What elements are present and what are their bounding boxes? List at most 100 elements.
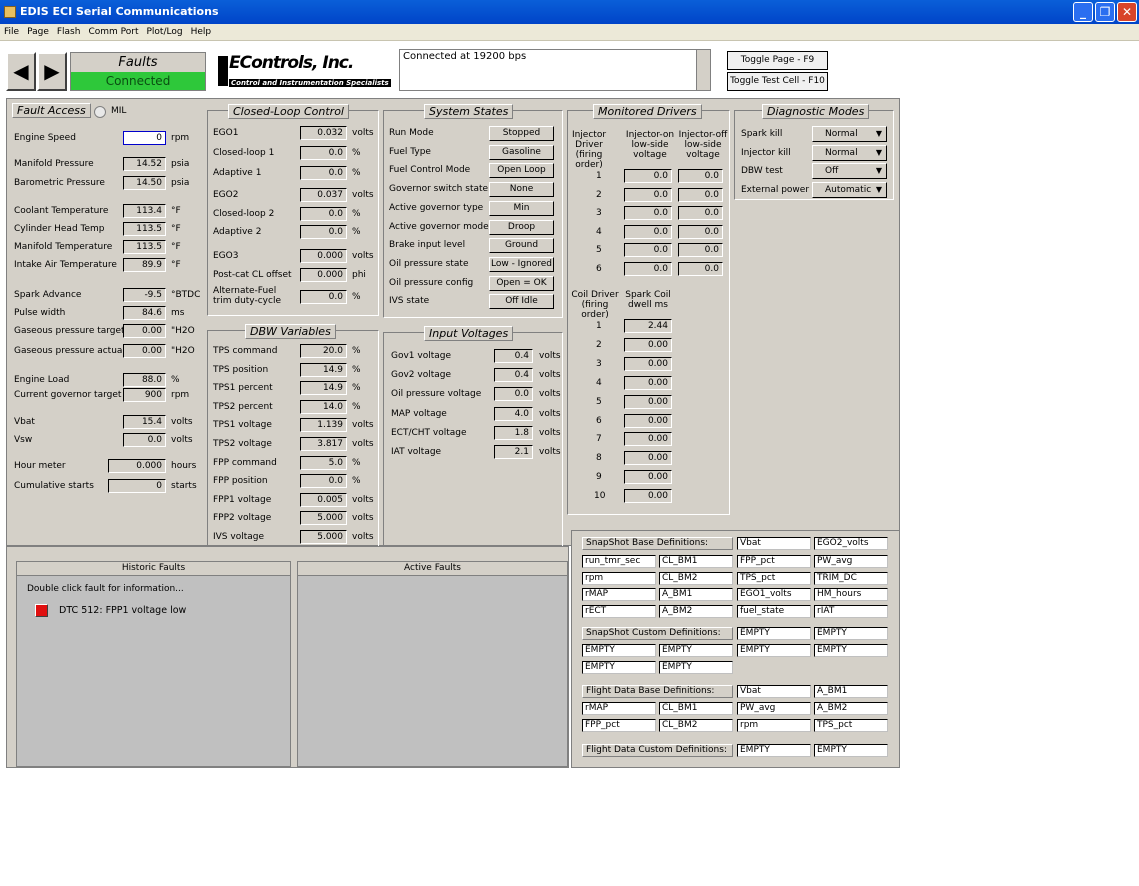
toggle-test-cell-button[interactable]: Toggle Test Cell - F10 xyxy=(727,72,828,91)
minimize-button[interactable]: _ xyxy=(1073,2,1093,22)
input-voltage-unit: volts xyxy=(539,427,561,438)
dbw-value: 5.000 xyxy=(300,511,347,526)
snapshot-cell[interactable]: CL_BM1 xyxy=(659,702,733,715)
menu-plot-log[interactable]: Plot/Log xyxy=(146,24,182,40)
menu-help[interactable]: Help xyxy=(191,24,212,40)
system-state-label: Run Mode xyxy=(389,128,434,138)
closed-loop-title: Closed-Loop Control xyxy=(228,104,349,119)
injector-number: 6 xyxy=(596,264,602,274)
input-voltages-group xyxy=(383,332,563,550)
injector-number: 3 xyxy=(596,208,602,219)
snapshot-cell[interactable]: EMPTY xyxy=(814,627,888,640)
closed-loop-label: EGO2 xyxy=(213,190,239,200)
snapshot-cell[interactable]: Vbat xyxy=(737,685,811,698)
input-voltage-unit: volts xyxy=(539,370,561,381)
system-state-label: Active governor type xyxy=(389,202,484,213)
snapshot-cell[interactable]: EMPTY xyxy=(814,744,888,757)
coil-dwell-value: 0.00 xyxy=(624,470,672,485)
connection-status: Connected xyxy=(71,72,205,90)
snapshot-custom-header: SnapShot Custom Definitions: xyxy=(582,627,733,640)
menu-flash[interactable]: Flash xyxy=(57,24,81,40)
system-state-value: None xyxy=(489,182,554,198)
fault-access-label: Manifold Pressure xyxy=(14,159,94,169)
snapshot-cell[interactable]: CL_BM2 xyxy=(659,718,733,732)
snapshot-cell[interactable]: CL_BM1 xyxy=(659,555,733,568)
system-state-label: Oil pressure state xyxy=(389,258,469,269)
snapshot-cell[interactable]: A_BM1 xyxy=(814,685,888,698)
toggle-page-button[interactable]: Toggle Page - F9 xyxy=(727,51,828,70)
snapshot-cell[interactable]: EGO1_volts xyxy=(737,588,811,602)
input-voltage-unit: volts xyxy=(539,447,561,457)
snapshot-cell[interactable]: Vbat xyxy=(737,537,811,550)
dbw-unit: % xyxy=(352,346,361,356)
snapshot-cell[interactable]: A_BM1 xyxy=(659,588,733,602)
snapshot-cell[interactable]: PW_avg xyxy=(814,555,888,568)
snapshot-cell[interactable]: EMPTY xyxy=(659,661,733,674)
snapshot-cell[interactable]: rMAP xyxy=(582,702,656,715)
snapshot-cell[interactable]: EMPTY xyxy=(582,661,656,674)
closed-loop-label: Post-cat CL offset xyxy=(213,270,292,280)
closed-loop-unit: phi xyxy=(352,270,366,280)
dbw-label: FPP position xyxy=(213,476,268,487)
snapshot-cell[interactable]: EMPTY xyxy=(582,644,656,657)
snapshot-cell[interactable]: EMPTY xyxy=(737,627,811,640)
snapshot-cell[interactable]: FPP_pct xyxy=(582,718,656,732)
snapshot-cell[interactable]: PW_avg xyxy=(737,702,811,715)
input-voltages-title: Input Voltages xyxy=(424,326,514,341)
snapshot-cell[interactable]: TRIM_DC xyxy=(814,571,888,585)
snapshot-cell[interactable]: run_tmr_sec xyxy=(582,555,656,568)
diagnostic-mode-dropdown[interactable]: Normal ▼ xyxy=(812,144,887,161)
injector-off-value: 0.0 xyxy=(678,243,723,258)
snapshot-cell[interactable]: HM_hours xyxy=(814,588,888,602)
dbw-label: FPP2 voltage xyxy=(213,513,272,524)
snapshot-cell[interactable]: A_BM2 xyxy=(659,605,733,619)
coil-dwell-value: 0.00 xyxy=(624,451,672,466)
menu-comm-port[interactable]: Comm Port xyxy=(88,24,138,40)
snapshot-cell[interactable]: rpm xyxy=(582,571,656,585)
input-voltage-label: MAP voltage xyxy=(391,408,447,419)
close-button[interactable]: ✕ xyxy=(1117,2,1137,22)
closed-loop-label: Adaptive 1 xyxy=(213,168,262,178)
snapshot-cell[interactable]: EMPTY xyxy=(814,644,888,657)
historic-fault-item[interactable]: DTC 512: FPP1 voltage low xyxy=(59,605,186,616)
diagnostic-mode-dropdown[interactable]: Off ▼ xyxy=(812,163,887,180)
logo-tagline: Control and Instrumentation Specialists xyxy=(229,79,391,87)
snapshot-cell[interactable]: TPS_pct xyxy=(814,718,888,732)
snapshot-cell[interactable]: rIAT xyxy=(814,605,888,619)
fault-access-label: Spark Advance xyxy=(14,290,82,300)
input-voltage-label: IAT voltage xyxy=(391,447,442,457)
diagnostic-mode-dropdown[interactable]: Normal ▼ xyxy=(812,126,887,142)
fault-access-unit: volts xyxy=(171,435,193,445)
snapshot-cell[interactable]: fuel_state xyxy=(737,605,811,619)
snapshot-cell[interactable]: rECT xyxy=(582,605,656,619)
snapshot-cell[interactable]: EMPTY xyxy=(737,744,811,757)
dbw-label: TPS command xyxy=(213,346,278,356)
dbw-unit: % xyxy=(352,476,361,487)
dbw-value: 14.0 xyxy=(300,399,347,414)
system-state-label: Governor switch state xyxy=(389,184,489,195)
snapshot-cell[interactable]: TPS_pct xyxy=(737,571,811,585)
status-scrollbar[interactable] xyxy=(696,50,710,90)
coil-dwell-value: 0.00 xyxy=(624,432,672,447)
menu-page[interactable]: Page xyxy=(27,24,49,40)
next-page-button[interactable]: ▶ xyxy=(37,52,67,91)
system-states-title: System States xyxy=(424,104,514,119)
snapshot-cell[interactable]: rMAP xyxy=(582,588,656,602)
prev-page-button[interactable]: ◀ xyxy=(6,52,36,91)
fault-access-value: 900 xyxy=(123,388,166,402)
snapshot-cell[interactable]: CL_BM2 xyxy=(659,571,733,585)
snapshot-cell[interactable]: EGO2_volts xyxy=(814,537,888,550)
maximize-button[interactable]: ❐ xyxy=(1095,2,1115,22)
snapshot-cell[interactable]: A_BM2 xyxy=(814,702,888,715)
mil-label: MIL xyxy=(111,106,127,116)
diagnostic-mode-dropdown[interactable]: Automatic ▼ xyxy=(812,182,887,199)
system-state-label: Oil pressure config xyxy=(389,277,474,288)
menu-file[interactable]: File xyxy=(4,24,19,40)
snapshot-cell[interactable]: EMPTY xyxy=(659,644,733,657)
fault-access-value: 0.0 xyxy=(123,433,166,447)
snapshot-cell[interactable]: rpm xyxy=(737,718,811,732)
snapshot-cell[interactable]: FPP_pct xyxy=(737,555,811,568)
historic-faults-panel: Historic Faults Double click fault for i… xyxy=(16,561,291,767)
snapshot-cell[interactable]: EMPTY xyxy=(737,644,811,657)
input-voltage-value: 1.8 xyxy=(494,425,533,440)
